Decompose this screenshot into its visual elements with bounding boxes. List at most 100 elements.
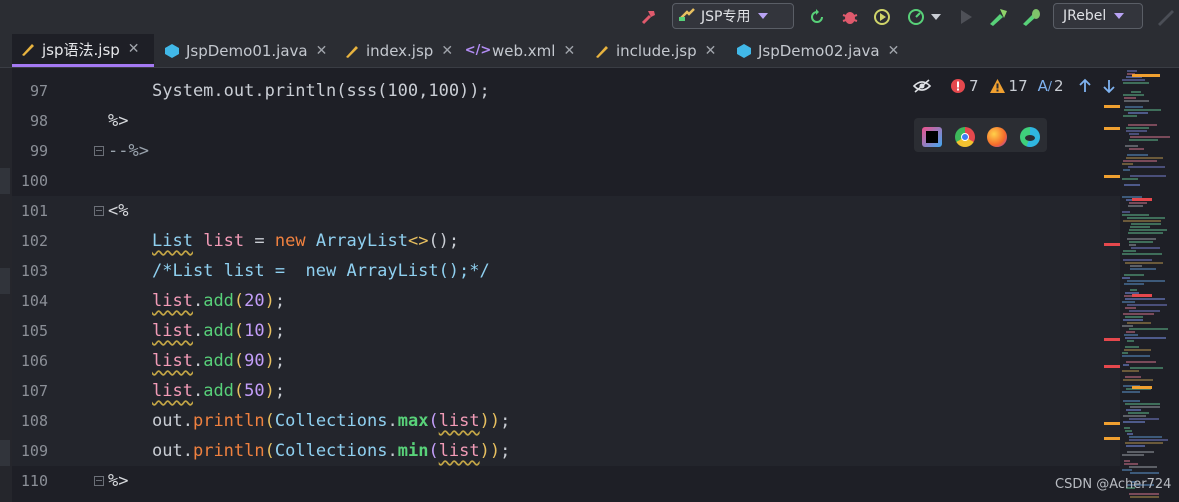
minimap-line <box>1130 289 1137 291</box>
code-line-110[interactable]: %> <box>108 466 128 496</box>
error-stripe[interactable] <box>1104 243 1120 246</box>
warning-stripe[interactable] <box>1104 127 1120 130</box>
tab-web-xml[interactable]: </> web.xml ✕ <box>462 34 584 67</box>
profiler-icon[interactable] <box>904 4 944 30</box>
search-icon[interactable] <box>1153 4 1177 30</box>
error-stripe[interactable] <box>1104 365 1120 368</box>
eye-off-icon[interactable] <box>912 78 932 94</box>
error-count[interactable]: 7 <box>950 77 979 95</box>
code-line-103[interactable]: /*List list = new ArrayList();*/ <box>152 256 490 286</box>
xml-file-icon: </> <box>464 43 492 58</box>
minimap-line <box>1126 361 1156 363</box>
minimap-line <box>1127 70 1137 72</box>
code-line-102[interactable]: List list = new ArrayList<>(); <box>152 226 459 256</box>
intellij-icon[interactable] <box>922 127 942 147</box>
code-line-97[interactable]: System.out.println(sss(100,100)); <box>152 76 490 106</box>
tab-index[interactable]: index.jsp ✕ <box>336 34 458 67</box>
tab-jspdemo01[interactable]: JspDemo01.java ✕ <box>156 34 328 67</box>
chevron-down-icon <box>758 13 769 19</box>
code-line-107[interactable]: list.add(50); <box>152 376 285 406</box>
chrome-icon[interactable] <box>955 127 975 147</box>
minimap-line <box>1124 109 1161 111</box>
minimap-line <box>1124 349 1151 351</box>
close-icon[interactable]: ✕ <box>705 43 717 59</box>
debug-icon[interactable] <box>839 4 861 30</box>
minimap-line <box>1129 139 1158 141</box>
stop-icon[interactable] <box>956 4 976 30</box>
code-line-104[interactable]: list.add(20); <box>152 286 285 316</box>
line-number: 98 <box>29 112 48 130</box>
firefox-icon[interactable] <box>987 127 1007 147</box>
minimap-line <box>1128 166 1165 168</box>
code-line-105[interactable]: list.add(10); <box>152 316 285 346</box>
line-number: 108 <box>20 412 48 430</box>
jrebel-debug-icon[interactable] <box>1019 4 1043 30</box>
code-line-106[interactable]: list.add(90); <box>152 346 285 376</box>
fold-marker[interactable] <box>94 206 104 216</box>
minimap-line <box>1125 298 1165 300</box>
minimap-line <box>1126 409 1141 411</box>
typo-count[interactable]: A/ 2 <box>1038 77 1064 95</box>
minimap-line <box>1123 364 1129 366</box>
code-line-101[interactable]: <% <box>108 196 128 226</box>
tab-include[interactable]: include.jsp ✕ <box>586 34 724 67</box>
reload-icon[interactable] <box>806 4 828 30</box>
build-hammer-icon[interactable] <box>638 4 660 30</box>
minimap-line <box>1127 322 1151 324</box>
warning-stripe[interactable] <box>1104 437 1120 440</box>
minimap-line <box>1130 268 1156 270</box>
line-number: 107 <box>20 382 48 400</box>
next-highlight-arrow-down-icon[interactable] <box>1102 78 1116 94</box>
warning-stripe[interactable] <box>1104 175 1120 178</box>
editor-tab-bar: jsp语法.jsp ✕ JspDemo01.java ✕ index.jsp ✕… <box>0 34 1179 68</box>
close-icon[interactable]: ✕ <box>441 43 453 59</box>
jrebel-select[interactable]: JRebel <box>1053 3 1143 29</box>
code-line-109[interactable]: out.println(Collections.min(list)); <box>152 436 510 466</box>
minimap-line <box>1123 169 1130 171</box>
minimap-line <box>1125 442 1163 444</box>
minimap-line <box>1123 379 1153 381</box>
minimap-line <box>1123 220 1161 222</box>
code-line-98[interactable]: %> <box>108 106 128 136</box>
minimap-line <box>1129 436 1162 438</box>
line-number: 110 <box>20 472 48 490</box>
minimap-line <box>1122 79 1145 81</box>
watermark: CSDN @Acher724 <box>1055 477 1172 492</box>
inspection-widget[interactable]: 7 17 A/ 2 <box>912 74 1126 98</box>
close-icon[interactable]: ✕ <box>128 41 140 57</box>
code-minimap[interactable] <box>1120 68 1179 502</box>
minimap-line <box>1128 124 1157 126</box>
warning-count[interactable]: 17 <box>989 77 1028 95</box>
minimap-line <box>1130 226 1150 228</box>
close-icon[interactable]: ✕ <box>316 43 328 59</box>
minimap-highlight <box>1132 74 1160 77</box>
minimap-line <box>1123 415 1146 417</box>
tab-jsp-syntax[interactable]: jsp语法.jsp ✕ <box>12 34 154 67</box>
close-icon[interactable]: ✕ <box>888 43 900 59</box>
fold-marker[interactable] <box>94 146 104 156</box>
code-line-99[interactable]: --%> <box>108 136 149 166</box>
minimap-line <box>1125 106 1143 108</box>
run-configuration-select[interactable]: JSP专用 <box>672 3 794 29</box>
tab-jspdemo02[interactable]: JspDemo02.java ✕ <box>728 34 900 67</box>
minimap-line <box>1130 367 1163 369</box>
minimap-highlight <box>1132 294 1152 297</box>
coverage-icon[interactable] <box>871 4 893 30</box>
minimap-line <box>1129 202 1147 204</box>
error-stripe[interactable] <box>1104 338 1120 341</box>
close-icon[interactable]: ✕ <box>563 43 575 59</box>
fold-marker[interactable] <box>94 476 104 486</box>
minimap-line <box>1125 376 1141 378</box>
minimap-line <box>1124 97 1136 99</box>
tool-window-strip <box>0 68 12 502</box>
minimap-line <box>1130 265 1142 267</box>
warning-stripe[interactable] <box>1104 422 1120 425</box>
previous-highlight-arrow-up-icon[interactable] <box>1078 78 1092 94</box>
jrebel-run-icon[interactable] <box>986 4 1010 30</box>
minimap-line <box>1130 136 1170 138</box>
code-line-108[interactable]: out.println(Collections.max(list)); <box>152 406 510 436</box>
minimap-line <box>1123 259 1152 261</box>
minimap-line <box>1122 454 1144 456</box>
warning-stripe[interactable] <box>1104 105 1120 108</box>
edge-icon[interactable] <box>1020 127 1040 147</box>
